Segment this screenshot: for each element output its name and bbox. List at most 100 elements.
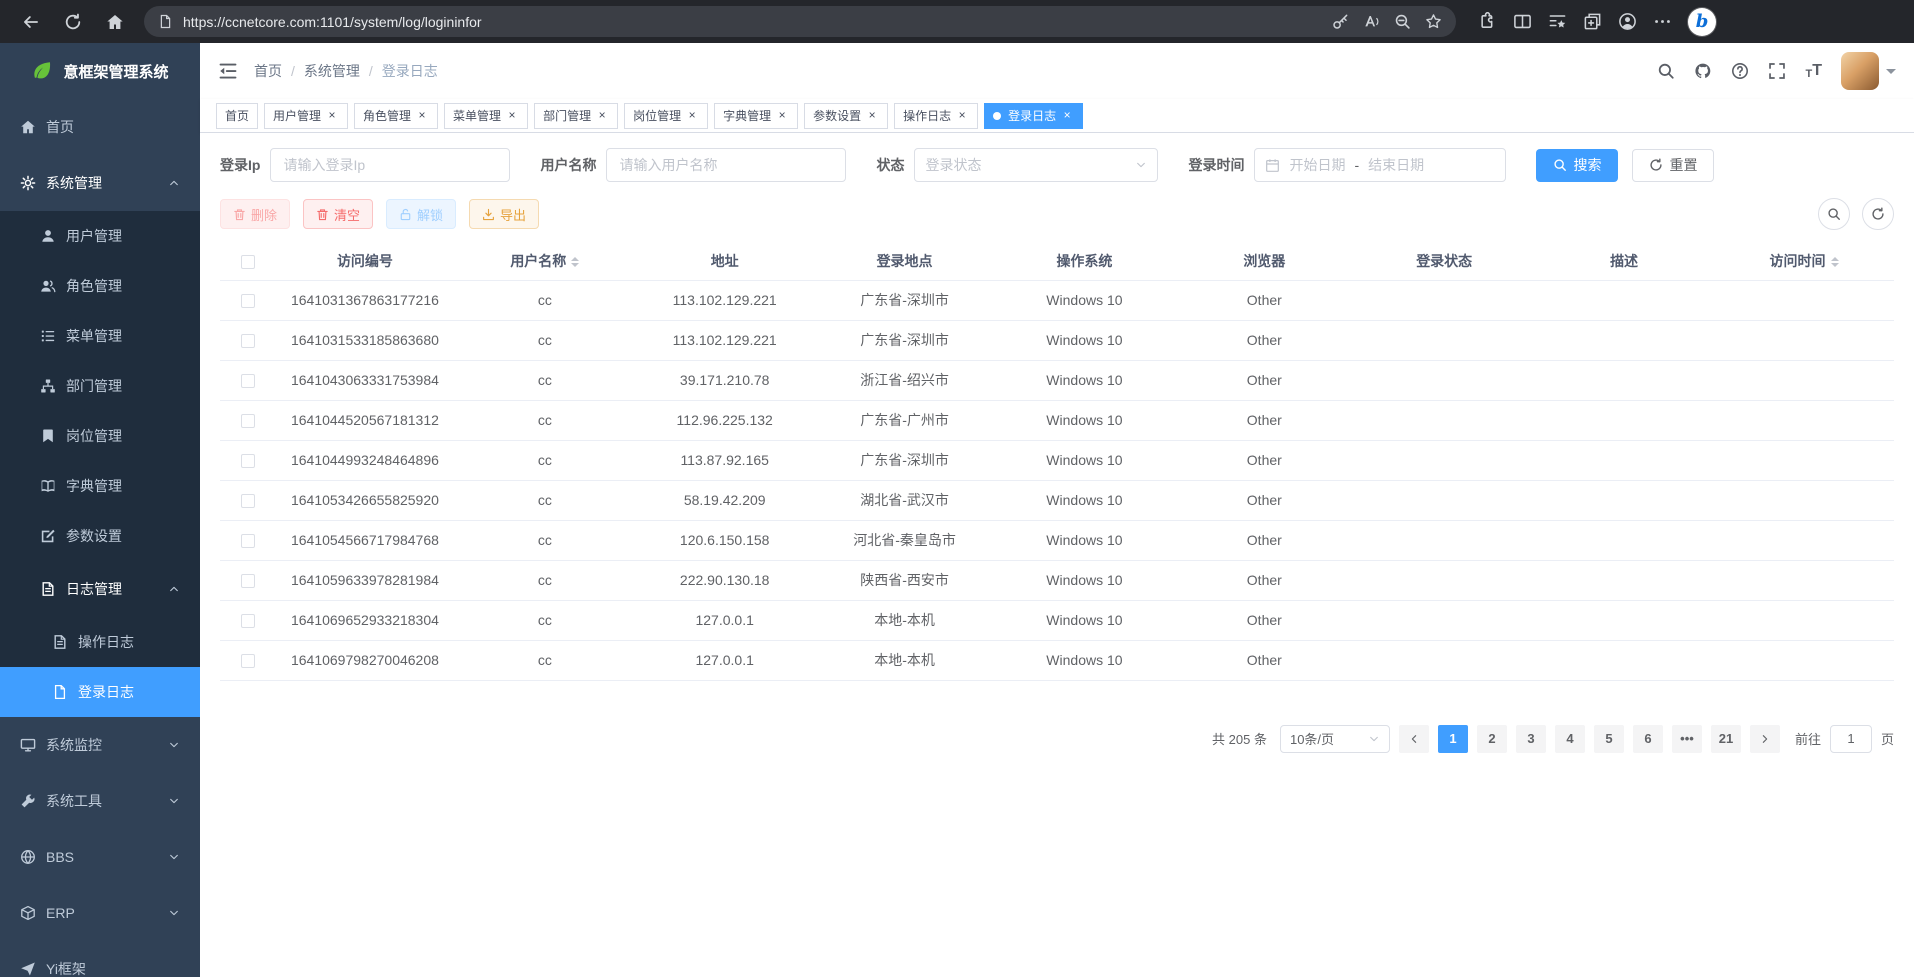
close-icon[interactable]	[955, 109, 969, 123]
delete-button[interactable]: 删除	[220, 199, 290, 229]
close-icon[interactable]	[595, 109, 609, 123]
sidebar-item-log-management[interactable]: 日志管理	[0, 561, 200, 617]
sidebar-item-menu-management[interactable]: 菜单管理	[0, 311, 200, 361]
clear-button[interactable]: 清空	[303, 199, 373, 229]
row-checkbox[interactable]	[241, 494, 255, 508]
browser-back-button[interactable]	[14, 5, 48, 39]
goto-page-input[interactable]	[1830, 725, 1872, 753]
row-checkbox[interactable]	[241, 454, 255, 468]
row-checkbox[interactable]	[241, 654, 255, 668]
font-size-icon[interactable]	[1805, 62, 1822, 80]
sidebar-item-home[interactable]: 首页	[0, 99, 200, 155]
sidebar-item-operation-log[interactable]: 操作日志	[0, 617, 200, 667]
page-button-2[interactable]: 2	[1477, 725, 1507, 753]
extensions-icon[interactable]	[1478, 12, 1497, 31]
row-checkbox[interactable]	[241, 614, 255, 628]
page-button-1[interactable]: 1	[1438, 725, 1468, 753]
sidebar-item-department-management[interactable]: 部门管理	[0, 361, 200, 411]
row-checkbox[interactable]	[241, 294, 255, 308]
sidebar-item-login-log[interactable]: 登录日志	[0, 667, 200, 717]
help-icon[interactable]	[1731, 62, 1749, 80]
sort-icon[interactable]	[1831, 253, 1839, 271]
sidebar-item-post-management[interactable]: 岗位管理	[0, 411, 200, 461]
tab-dict-management[interactable]: 字典管理	[714, 103, 798, 129]
search-icon[interactable]	[1657, 62, 1675, 80]
login-ip-input[interactable]	[270, 148, 510, 182]
page-button-3[interactable]: 3	[1516, 725, 1546, 753]
fullscreen-icon[interactable]	[1768, 62, 1786, 80]
more-pages-button[interactable]: •••	[1672, 725, 1702, 753]
tab-user-management[interactable]: 用户管理	[264, 103, 348, 129]
sidebar-item-system-management[interactable]: 系统管理	[0, 155, 200, 211]
split-screen-icon[interactable]	[1513, 12, 1532, 31]
zoom-out-icon[interactable]	[1394, 13, 1411, 30]
tab-post-management[interactable]: 岗位管理	[624, 103, 708, 129]
row-checkbox[interactable]	[241, 414, 255, 428]
user-avatar[interactable]	[1841, 52, 1879, 90]
next-page-button[interactable]	[1750, 725, 1780, 753]
address-bar[interactable]: https://ccnetcore.com:1101/system/log/lo…	[144, 6, 1456, 37]
bing-copilot-button[interactable]	[1688, 8, 1716, 36]
close-icon[interactable]	[325, 109, 339, 123]
breadcrumb-system-management[interactable]: 系统管理	[304, 61, 360, 81]
row-checkbox[interactable]	[241, 574, 255, 588]
sidebar-item-erp[interactable]: ERP	[0, 885, 200, 941]
page-button-6[interactable]: 6	[1633, 725, 1663, 753]
sidebar-item-dict-management[interactable]: 字典管理	[0, 461, 200, 511]
sort-icon[interactable]	[571, 253, 579, 271]
close-icon[interactable]	[865, 109, 879, 123]
tab-role-management[interactable]: 角色管理	[354, 103, 438, 129]
page-button-21[interactable]: 21	[1711, 725, 1741, 753]
sidebar-item-yi-framework[interactable]: Yi框架	[0, 941, 200, 977]
browser-more-icon[interactable]	[1653, 12, 1672, 31]
password-key-icon[interactable]	[1332, 13, 1349, 30]
tab-operation-log[interactable]: 操作日志	[894, 103, 978, 129]
tab-menu-management[interactable]: 菜单管理	[444, 103, 528, 129]
column-user-name: 用户名称	[455, 243, 635, 280]
browser-home-button[interactable]	[98, 5, 132, 39]
export-button[interactable]: 导出	[469, 199, 539, 229]
tab-login-log[interactable]: 登录日志	[984, 103, 1083, 129]
date-range-picker[interactable]: 开始日期 - 结束日期	[1254, 148, 1506, 182]
read-aloud-icon[interactable]	[1363, 13, 1380, 30]
sidebar-item-parameter-settings[interactable]: 参数设置	[0, 511, 200, 561]
search-button[interactable]: 搜索	[1536, 149, 1618, 182]
page-size-select[interactable]: 10条/页	[1280, 725, 1390, 753]
page-button-4[interactable]: 4	[1555, 725, 1585, 753]
close-icon[interactable]	[775, 109, 789, 123]
breadcrumb-home[interactable]: 首页	[254, 61, 282, 81]
reset-button[interactable]: 重置	[1632, 149, 1714, 182]
menu-fold-icon[interactable]	[218, 61, 238, 81]
close-icon[interactable]	[1060, 109, 1074, 123]
favorites-star-icon[interactable]	[1425, 13, 1442, 30]
sidebar-item-bbs[interactable]: BBS	[0, 829, 200, 885]
collections-icon[interactable]	[1583, 12, 1602, 31]
tab-department-management[interactable]: 部门管理	[534, 103, 618, 129]
browser-profile-icon[interactable]	[1618, 12, 1637, 31]
browser-refresh-button[interactable]	[56, 5, 90, 39]
sidebar-item-role-management[interactable]: 角色管理	[0, 261, 200, 311]
prev-page-button[interactable]	[1399, 725, 1429, 753]
refresh-table-button[interactable]	[1862, 198, 1894, 230]
sidebar-item-user-management[interactable]: 用户管理	[0, 211, 200, 261]
sidebar-item-system-tools[interactable]: 系统工具	[0, 773, 200, 829]
close-icon[interactable]	[685, 109, 699, 123]
select-all-checkbox[interactable]	[241, 255, 255, 269]
close-icon[interactable]	[505, 109, 519, 123]
page-button-5[interactable]: 5	[1594, 725, 1624, 753]
row-checkbox[interactable]	[241, 334, 255, 348]
github-icon[interactable]	[1694, 62, 1712, 80]
sidebar-item-system-monitoring[interactable]: 系统监控	[0, 717, 200, 773]
unlock-button[interactable]: 解锁	[386, 199, 456, 229]
hide-search-button[interactable]	[1818, 198, 1850, 230]
user-menu[interactable]	[1841, 52, 1896, 90]
url-text[interactable]: https://ccnetcore.com:1101/system/log/lo…	[183, 14, 1322, 30]
favorites-bar-icon[interactable]	[1548, 12, 1567, 31]
close-icon[interactable]	[415, 109, 429, 123]
row-checkbox[interactable]	[241, 374, 255, 388]
tab-home[interactable]: 首页	[216, 103, 258, 129]
status-select[interactable]: 登录状态	[914, 148, 1158, 182]
user-name-input[interactable]	[606, 148, 846, 182]
row-checkbox[interactable]	[241, 534, 255, 548]
tab-parameter-settings[interactable]: 参数设置	[804, 103, 888, 129]
